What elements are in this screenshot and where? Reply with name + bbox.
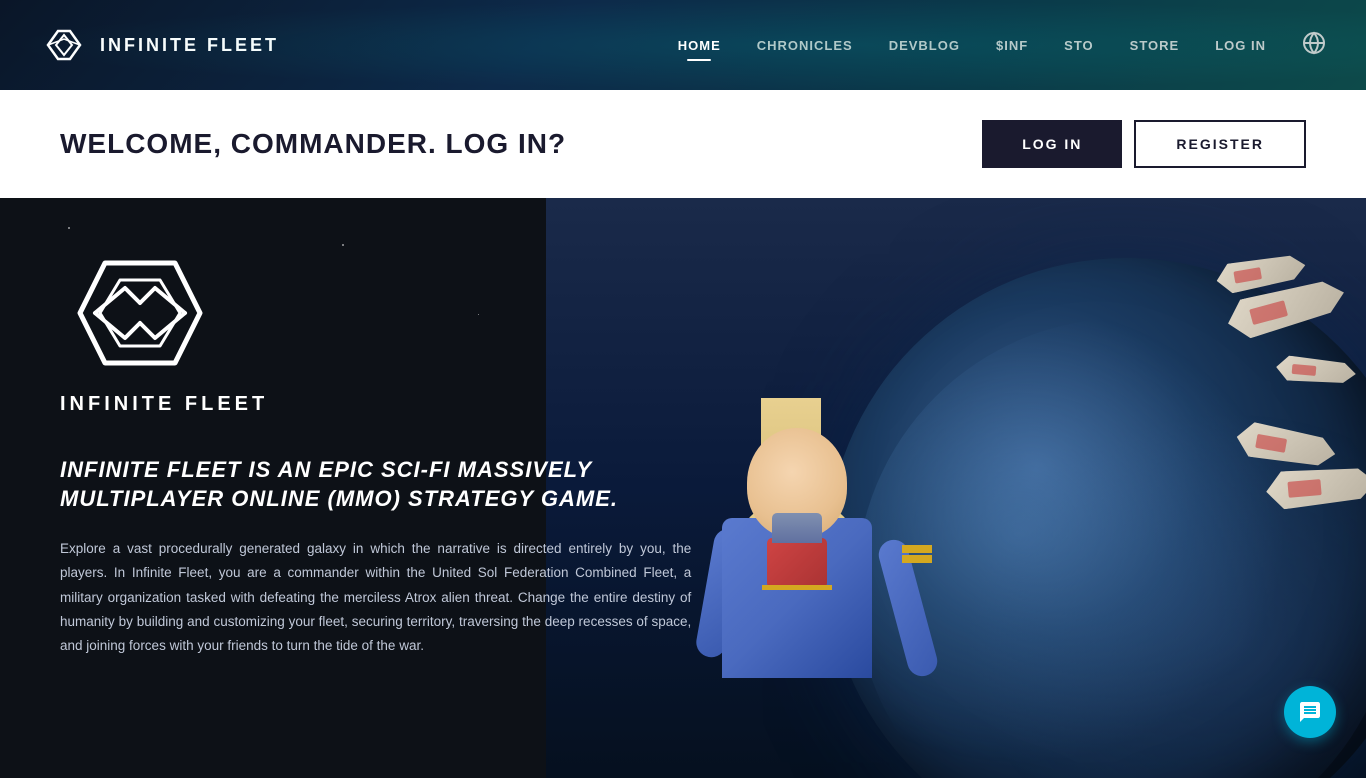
welcome-banner: WELCOME, COMMANDER. LOG IN? LOG IN REGIS…	[0, 90, 1366, 198]
brand-logo-icon	[60, 248, 220, 378]
welcome-actions: LOG IN REGISTER	[982, 120, 1306, 168]
ships-area	[1086, 228, 1366, 528]
brand-logo-area: INFINITE FLEET	[60, 248, 691, 416]
nav-item-chronicles[interactable]: CHRONICLES	[757, 38, 853, 53]
login-button[interactable]: LOG IN	[982, 120, 1122, 168]
nav-item-login[interactable]: LOG IN	[1215, 38, 1266, 53]
logo-icon	[40, 21, 88, 69]
chat-icon	[1298, 700, 1322, 724]
logo-text: INFINITE FLEET	[100, 35, 279, 56]
nav-item-inf[interactable]: $INF	[996, 38, 1028, 53]
language-selector[interactable]	[1302, 31, 1326, 60]
nav-item-home[interactable]: HOME	[678, 38, 721, 53]
nav-item-devblog[interactable]: DEVBLOG	[889, 38, 960, 53]
description: Explore a vast procedurally generated ga…	[60, 537, 691, 658]
register-button[interactable]: REGISTER	[1134, 120, 1306, 168]
left-panel: INFINITE FLEET INFINITE FLEET IS AN EPIC…	[0, 198, 751, 709]
main-nav: HOME CHRONICLES DEVBLOG $INF STO STORE L…	[678, 31, 1326, 60]
ship-3	[1275, 355, 1357, 387]
logo-area[interactable]: INFINITE FLEET	[40, 21, 279, 69]
tagline: INFINITE FLEET IS AN EPIC SCI-FI MASSIVE…	[60, 456, 691, 513]
nav-item-store[interactable]: STORE	[1130, 38, 1180, 53]
ship-5	[1265, 463, 1366, 510]
brand-name: INFINITE FLEET	[60, 393, 691, 416]
ship-4	[1234, 420, 1339, 472]
main-content: INFINITE FLEET INFINITE FLEET IS AN EPIC…	[0, 198, 1366, 778]
welcome-title: WELCOME, COMMANDER. LOG IN?	[60, 128, 566, 160]
chat-button[interactable]	[1284, 686, 1336, 738]
header: INFINITE FLEET HOME CHRONICLES DEVBLOG $…	[0, 0, 1366, 90]
nav-item-sto[interactable]: STO	[1064, 38, 1094, 53]
